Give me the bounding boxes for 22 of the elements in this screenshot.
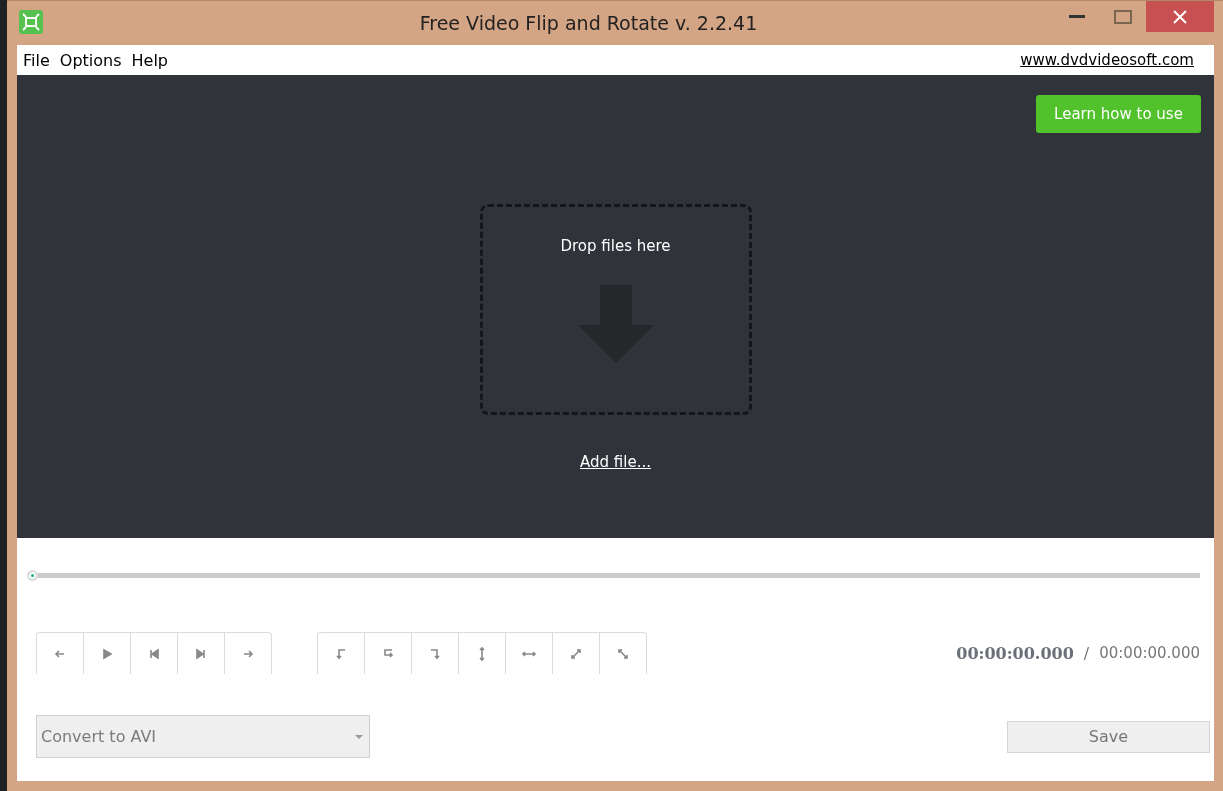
caret-icon	[355, 734, 363, 739]
menu-item[interactable]: Help	[131, 50, 168, 70]
current-time: 00:00:00.000	[956, 643, 1074, 663]
playback-button[interactable]	[36, 632, 84, 674]
website-link[interactable]: www.dvdvideosoft.com	[1020, 51, 1194, 69]
menu-item[interactable]: Options	[59, 50, 122, 70]
close-icon	[1173, 9, 1187, 24]
transform-button[interactable]	[317, 632, 365, 674]
minimize-icon	[1069, 14, 1085, 19]
playback-button[interactable]	[224, 632, 272, 674]
close-button[interactable]	[1146, 1, 1214, 32]
add-file-link[interactable]: Add file...	[580, 453, 651, 471]
total-time: 00:00:00.000	[1099, 644, 1200, 662]
maximize-icon	[1114, 9, 1132, 24]
drop-zone[interactable]: Drop files here	[479, 204, 752, 415]
window-title: Free Video Flip and Rotate v. 2.2.41	[418, 12, 759, 34]
menu-item[interactable]: File	[23, 50, 50, 70]
drop-label: Drop files here	[560, 237, 671, 255]
transform-button[interactable]	[599, 632, 647, 674]
app-icon	[19, 10, 43, 34]
time-separator: /	[1083, 643, 1090, 663]
slider-thumb[interactable]	[27, 569, 38, 581]
